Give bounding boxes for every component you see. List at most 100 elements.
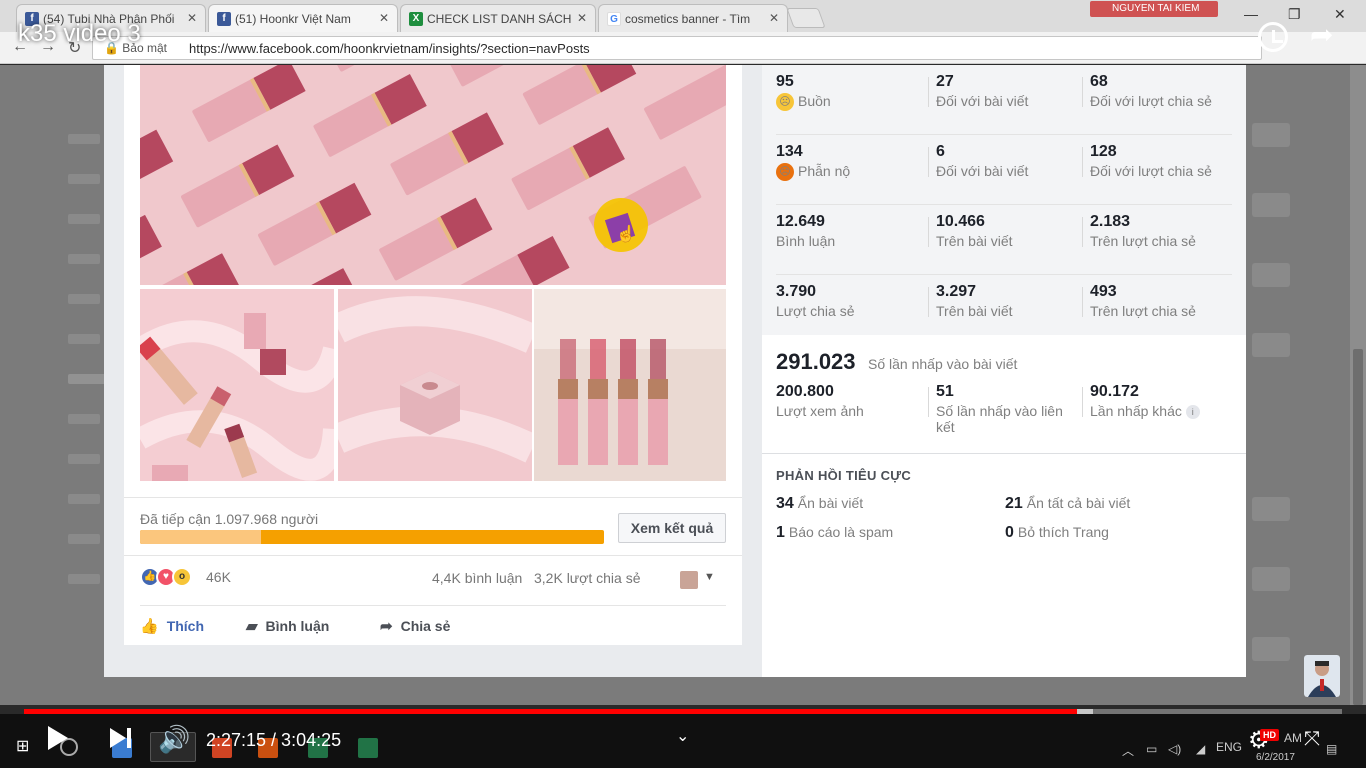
shares-on-shares: 493 [1090,283,1117,300]
close-icon[interactable]: ✕ [187,11,197,25]
exit-fullscreen-icon[interactable]: ⤧ [1304,728,1320,751]
tray-battery-icon[interactable]: ▭ [1146,742,1157,756]
divider [140,605,726,606]
page-avatar[interactable] [680,571,698,589]
tray-volume-icon[interactable]: ◁) [1168,742,1181,756]
post-image-single-box[interactable] [338,289,532,481]
share-video-icon[interactable]: ➦ [1310,18,1333,51]
shares-on-post-label: Trên bài viết [936,303,1013,319]
post-insights-dialog: Đã tiếp cận 1.097.968 người Xem kết quả … [104,65,1246,677]
hide-all-value: 21 [1005,495,1023,512]
new-tab-button[interactable] [786,8,826,28]
comments-label: Bình luận [776,233,836,249]
close-icon[interactable]: ✕ [577,11,587,25]
shares-on-shares-label: Trên lượt chia sẻ [1090,303,1196,319]
tab-checklist[interactable]: X CHECK LIST DANH SÁCH ✕ [400,4,596,32]
window-close-icon[interactable]: ✕ [1334,6,1346,23]
tray-network-icon[interactable]: ◢ [1196,742,1205,756]
photo-views-label: Lượt xem ảnh [776,403,864,419]
reactions-count[interactable]: 46K [206,569,231,585]
angry-on-shares-label: Đối với lượt chia sẻ [1090,163,1212,179]
tab-title: CHECK LIST DANH SÁCH [427,12,572,26]
angry-on-post: 6 [936,143,945,160]
wow-reaction-icon: o [172,567,192,587]
photo-views-value: 200.800 [776,383,834,400]
comments-count[interactable]: 4,4K bình luận [432,570,522,586]
angry-on-shares: 128 [1090,143,1117,160]
hide-post-value: 34 [776,495,794,512]
divider [124,555,742,556]
url-input[interactable]: https://www.facebook.com/hoonkrvietnam/i… [92,36,1262,60]
link-clicks-value: 51 [936,383,954,400]
clock-ampm[interactable]: AM [1284,731,1302,745]
comments-on-shares: 2.183 [1090,213,1131,230]
sheets-icon: X [409,12,423,26]
presenter-thumbnail [1304,655,1340,697]
shares-total: 3.790 [776,283,817,300]
google-icon: G [607,12,621,26]
chevron-down-icon[interactable]: ⌄ [676,726,689,746]
video-title[interactable]: k35 video 3 [18,20,141,48]
post-preview: Đã tiếp cận 1.097.968 người Xem kết quả … [124,65,742,645]
sad-on-post: 27 [936,73,954,90]
tray-chevron-icon[interactable]: ︿ [1122,742,1134,759]
play-icon[interactable] [48,726,68,750]
negative-feedback-title: PHẢN HỒI TIÊU CỰC [776,468,912,483]
browser-tab-bar: f (54) Tubi Nhà Phân Phối ✕ f (51) Hoonk… [0,0,1366,32]
thumbs-up-icon: 👍 [140,618,159,635]
stats-breakdown: 95 ☹ Buồn 27 Đối với bài viết 68 Đối với lượ… [762,65,1246,335]
url-text: https://www.facebook.com/hoonkrvietnam/i… [189,41,590,56]
maximize-icon[interactable]: ❐ [1288,6,1301,23]
divider [124,497,742,498]
scrollbar-thumb[interactable] [1353,349,1363,705]
minimize-icon[interactable]: — [1244,6,1258,22]
shares-label: Lượt chia sẻ [776,303,855,319]
address-bar: ← → ↻ https://www.facebook.com/hoonkrvie… [0,32,1366,64]
tab-hoonkr[interactable]: f (51) Hoonkr Việt Nam ✕ [208,4,398,32]
view-results-button[interactable]: Xem kết quả [618,513,726,543]
taskbar-excel-icon[interactable] [358,738,378,758]
angry-label: Phẫn nộ [798,163,851,179]
clock-date[interactable]: 6/2/2017 [1256,752,1295,763]
shares-count[interactable]: 3,2K lượt chia sẻ [534,570,641,586]
input-language[interactable]: ENG [1216,740,1242,754]
angry-emoji-icon: ☹ [776,163,794,182]
share-label: Chia sẻ [400,618,451,634]
post-image-swatches[interactable] [534,289,726,481]
page-scrollbar[interactable] [1350,65,1366,705]
post-image-main[interactable] [140,65,726,285]
like-button[interactable]: 👍 Thích [140,617,204,635]
unlike-page-value: 0 [1005,524,1014,541]
watch-later-icon[interactable] [1258,22,1288,52]
unlike-page-label: Bỏ thích Trang [1017,524,1109,540]
notifications-icon[interactable]: ▤ [1326,742,1337,756]
hd-badge: HD [1260,729,1279,741]
tab-title: (51) Hoonkr Việt Nam [235,12,351,26]
like-label: Thích [166,618,205,634]
hide-all-stat: 21 Ẩn tất cả bài viết [1005,495,1130,513]
hide-post-label: Ẩn bài viết [797,495,864,511]
share-arrow-icon: ➦ [380,618,393,635]
info-icon[interactable]: i [1185,405,1200,420]
angry-total: 134 [776,143,803,160]
sad-on-post-label: Đối với bài viết [936,93,1029,109]
share-button[interactable]: ➦ Chia sẻ [380,617,450,635]
hide-all-label: Ẩn tất cả bài viết [1026,495,1131,511]
post-stats-panel: 95 ☹ Buồn 27 Đối với bài viết 68 Đối với lượ… [762,65,1246,677]
close-icon[interactable]: ✕ [769,11,779,25]
next-icon[interactable] [110,728,126,748]
tab-cosmetics[interactable]: G cosmetics banner - Tìm ✕ [598,4,788,32]
reach-progress-bar [140,530,604,544]
close-icon[interactable]: ✕ [379,11,389,25]
profile-name: NGUYEN TAI KIEM [1112,3,1200,14]
unlike-page-stat: 0 Bỏ thích Trang [1005,524,1109,542]
comment-button[interactable]: ▰ Bình luận [246,617,329,635]
volume-icon[interactable]: 🔊 [158,724,190,755]
post-image-lipsticks-ribbons[interactable] [140,289,334,481]
comment-icon: ▰ [246,618,258,635]
windows-start-icon[interactable]: ⊞ [16,736,29,756]
facebook-icon: f [217,12,231,26]
sad-emoji-icon: ☹ [776,93,794,112]
profile-badge[interactable]: NGUYEN TAI KIEM [1090,1,1218,17]
caret-down-icon[interactable]: ▼ [704,571,715,583]
